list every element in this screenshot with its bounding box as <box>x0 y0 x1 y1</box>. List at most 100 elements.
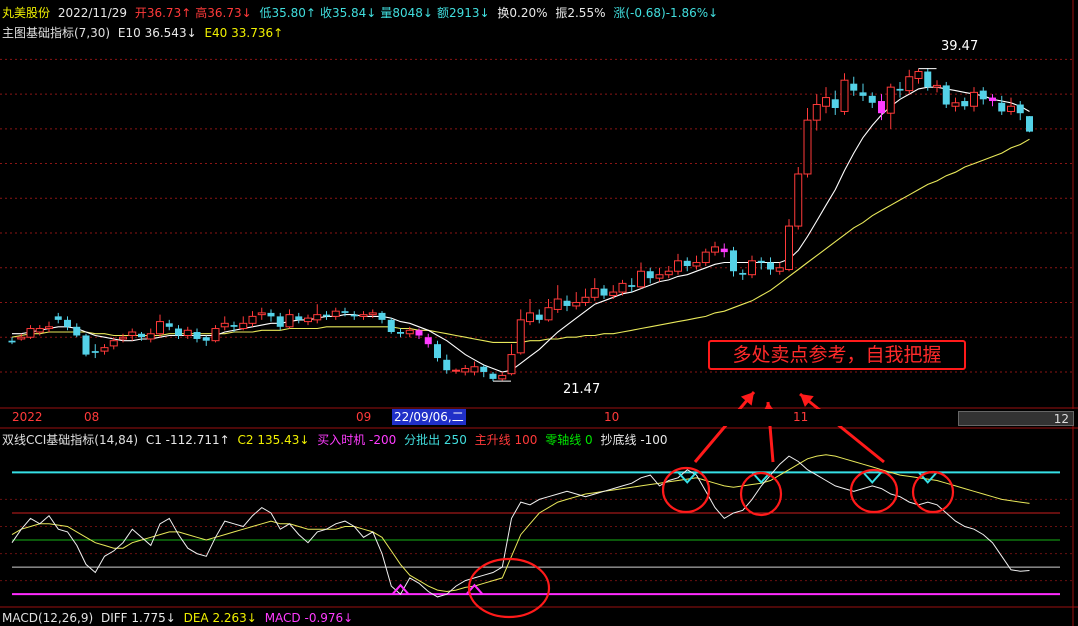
candle <box>886 83 895 129</box>
candle-body <box>1026 116 1033 132</box>
candle-body <box>998 102 1006 112</box>
candle <box>970 87 978 112</box>
candle <box>757 257 765 270</box>
macd-header: MACD(12,26,9) DIFF 1.775↓ DEA 2.263↓ MAC… <box>2 611 357 625</box>
candle-body <box>397 332 404 334</box>
candle <box>73 323 81 338</box>
macd-value: MACD -0.976↓ <box>264 611 354 625</box>
candle-body <box>405 329 414 335</box>
candle-body <box>276 316 284 327</box>
candle <box>26 325 35 339</box>
candle <box>516 309 525 355</box>
highlight-circle <box>467 557 551 619</box>
candle <box>581 288 590 306</box>
candle-body <box>886 86 895 114</box>
candle <box>211 325 220 343</box>
candle <box>563 295 571 312</box>
date-label-nov: 11 <box>793 410 809 424</box>
candle <box>775 262 784 275</box>
candle-body <box>590 288 599 298</box>
cci-zero-level: 零轴线 0 <box>545 433 593 447</box>
candle <box>378 311 386 324</box>
candle-body <box>230 325 238 327</box>
candle <box>359 311 368 320</box>
candle-body <box>905 76 914 92</box>
candle-body <box>165 323 173 327</box>
candle <box>202 335 210 346</box>
candle-body <box>91 351 99 353</box>
candle-body <box>26 328 35 338</box>
candle-body <box>498 374 507 380</box>
candle <box>535 309 543 324</box>
candle <box>526 299 534 326</box>
candle-body <box>64 319 71 327</box>
candle-body <box>1016 104 1024 114</box>
candle-body <box>683 260 691 267</box>
candle <box>572 292 581 310</box>
candle-body <box>434 344 441 359</box>
candle-body <box>285 314 294 328</box>
candle-body <box>119 336 127 340</box>
macd-name[interactable]: MACD(12,26,9) <box>2 611 93 625</box>
candle <box>692 255 701 270</box>
candle <box>868 92 876 108</box>
candle-body <box>951 102 960 107</box>
candle <box>239 316 248 331</box>
candle <box>489 371 497 382</box>
candle <box>1026 116 1033 133</box>
candle-body <box>609 291 618 297</box>
candle <box>323 311 330 320</box>
scrollbar[interactable]: 12 <box>958 411 1074 426</box>
candle <box>720 243 728 258</box>
candle <box>452 368 460 374</box>
candle-body <box>674 260 682 272</box>
candle <box>803 107 812 178</box>
candle <box>248 311 257 327</box>
macd-diff: DIFF 1.775↓ <box>100 611 176 625</box>
candle <box>54 312 62 324</box>
candle-body <box>730 250 737 272</box>
candle-body <box>239 322 248 330</box>
candle-body <box>415 330 423 336</box>
candle <box>812 94 821 131</box>
candle-body <box>701 251 710 264</box>
candle <box>850 76 858 96</box>
candle <box>8 337 16 345</box>
candle <box>553 285 562 313</box>
candle-body <box>757 260 765 263</box>
highlight-circle <box>849 468 899 514</box>
cci-buy-level: 买入时机 -200 <box>317 433 397 447</box>
candle-body <box>331 310 340 317</box>
candle <box>628 278 636 293</box>
candle-body <box>535 314 543 320</box>
candle <box>1016 101 1024 121</box>
candle <box>146 328 155 343</box>
cci-panel <box>0 454 1073 598</box>
candle <box>730 246 737 277</box>
candle-body <box>17 336 26 340</box>
candle-body <box>748 260 756 276</box>
candle <box>267 309 275 322</box>
candle <box>100 344 109 355</box>
candle-body <box>989 97 996 102</box>
candle <box>794 167 803 230</box>
candle-body <box>692 262 701 267</box>
candle-body <box>45 326 53 330</box>
price-chart[interactable] <box>0 0 1078 626</box>
candle-body <box>156 321 164 335</box>
candle <box>933 80 941 93</box>
cci-main-up-level: 主升线 100 <box>474 433 538 447</box>
candle-body <box>794 173 803 227</box>
candle-body <box>183 329 192 336</box>
candle <box>831 90 839 115</box>
candle-body <box>979 90 987 100</box>
candle <box>989 94 996 107</box>
candle <box>1007 97 1015 115</box>
candle-body <box>257 312 266 316</box>
candle <box>637 262 645 289</box>
candle-body <box>840 79 849 112</box>
candle <box>331 307 340 320</box>
cci-name[interactable]: 双线CCI基础指标(14,84) <box>2 433 138 447</box>
candle <box>507 344 516 376</box>
cci-c1: C1 -112.711↑ <box>145 433 230 447</box>
